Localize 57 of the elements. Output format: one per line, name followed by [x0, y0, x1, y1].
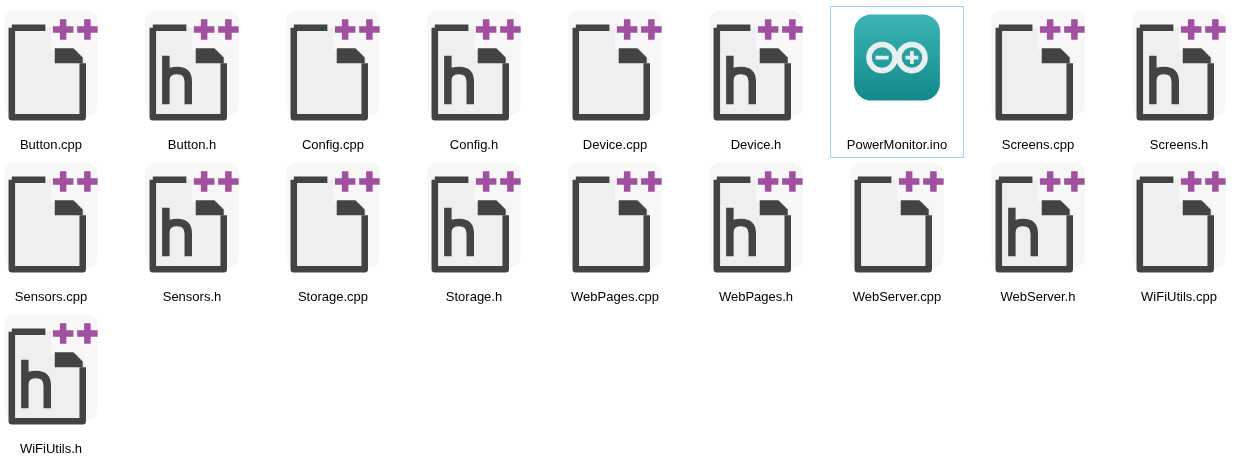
- file-name: Sensors.h: [161, 288, 223, 306]
- source-file-icon: [850, 162, 947, 273]
- file-item[interactable]: Config.cpp: [266, 6, 400, 158]
- file-name: Config.cpp: [300, 136, 366, 154]
- source-file-icon: [568, 10, 665, 121]
- file-item[interactable]: Screens.cpp: [971, 6, 1105, 158]
- file-name: WebPages.h: [717, 288, 795, 306]
- file-name: WebServer.h: [999, 288, 1077, 306]
- source-file-icon: [4, 162, 101, 273]
- source-file-icon: [4, 10, 101, 121]
- header-file-icon: [4, 314, 101, 425]
- file-item[interactable]: WebPages.h: [689, 158, 823, 310]
- file-item[interactable]: PowerMonitor.ino: [830, 6, 964, 158]
- file-name: Screens.cpp: [1000, 136, 1076, 154]
- file-name: Device.cpp: [581, 136, 649, 154]
- file-item[interactable]: Button.h: [125, 6, 259, 158]
- file-item[interactable]: WiFiUtils.h: [0, 310, 118, 462]
- header-file-icon: [709, 162, 806, 273]
- source-file-icon: [286, 10, 383, 121]
- file-item[interactable]: Sensors.cpp: [0, 158, 118, 310]
- file-item[interactable]: Screens.h: [1112, 6, 1240, 158]
- file-item[interactable]: WebPages.cpp: [548, 158, 682, 310]
- file-name: Screens.h: [1148, 136, 1210, 154]
- app-logo-icon: [854, 14, 940, 101]
- file-name: PowerMonitor.ino: [845, 136, 949, 154]
- file-item[interactable]: Storage.h: [407, 158, 541, 310]
- header-file-icon: [427, 10, 524, 121]
- file-name: Storage.h: [444, 288, 504, 306]
- file-item[interactable]: WebServer.h: [971, 158, 1105, 310]
- header-file-icon: [145, 10, 242, 121]
- source-file-icon: [991, 10, 1088, 121]
- file-name: WiFiUtils.h: [18, 440, 84, 458]
- header-file-icon: [991, 162, 1088, 273]
- file-item[interactable]: Storage.cpp: [266, 158, 400, 310]
- header-file-icon: [427, 162, 524, 273]
- header-file-icon: [1132, 10, 1229, 121]
- file-item[interactable]: Button.cpp: [0, 6, 118, 158]
- file-name: Storage.cpp: [296, 288, 370, 306]
- file-item[interactable]: WiFiUtils.cpp: [1112, 158, 1240, 310]
- file-name: WiFiUtils.cpp: [1140, 288, 1218, 306]
- file-name: WebPages.cpp: [570, 288, 660, 306]
- file-item[interactable]: Config.h: [407, 6, 541, 158]
- file-name: Button.cpp: [18, 136, 84, 154]
- source-file-icon: [286, 162, 383, 273]
- file-name: WebServer.cpp: [851, 288, 943, 306]
- file-item[interactable]: Device.cpp: [548, 6, 682, 158]
- header-file-icon: [145, 162, 242, 273]
- source-file-icon: [568, 162, 665, 273]
- file-item[interactable]: WebServer.cpp: [830, 158, 964, 310]
- file-name: Button.h: [166, 136, 218, 154]
- file-name: Device.h: [729, 136, 783, 154]
- header-file-icon: [709, 10, 806, 121]
- file-item[interactable]: Device.h: [689, 6, 823, 158]
- file-name: Config.h: [448, 136, 500, 154]
- source-file-icon: [1132, 162, 1229, 273]
- file-item[interactable]: Sensors.h: [125, 158, 259, 310]
- file-name: Sensors.cpp: [13, 288, 89, 306]
